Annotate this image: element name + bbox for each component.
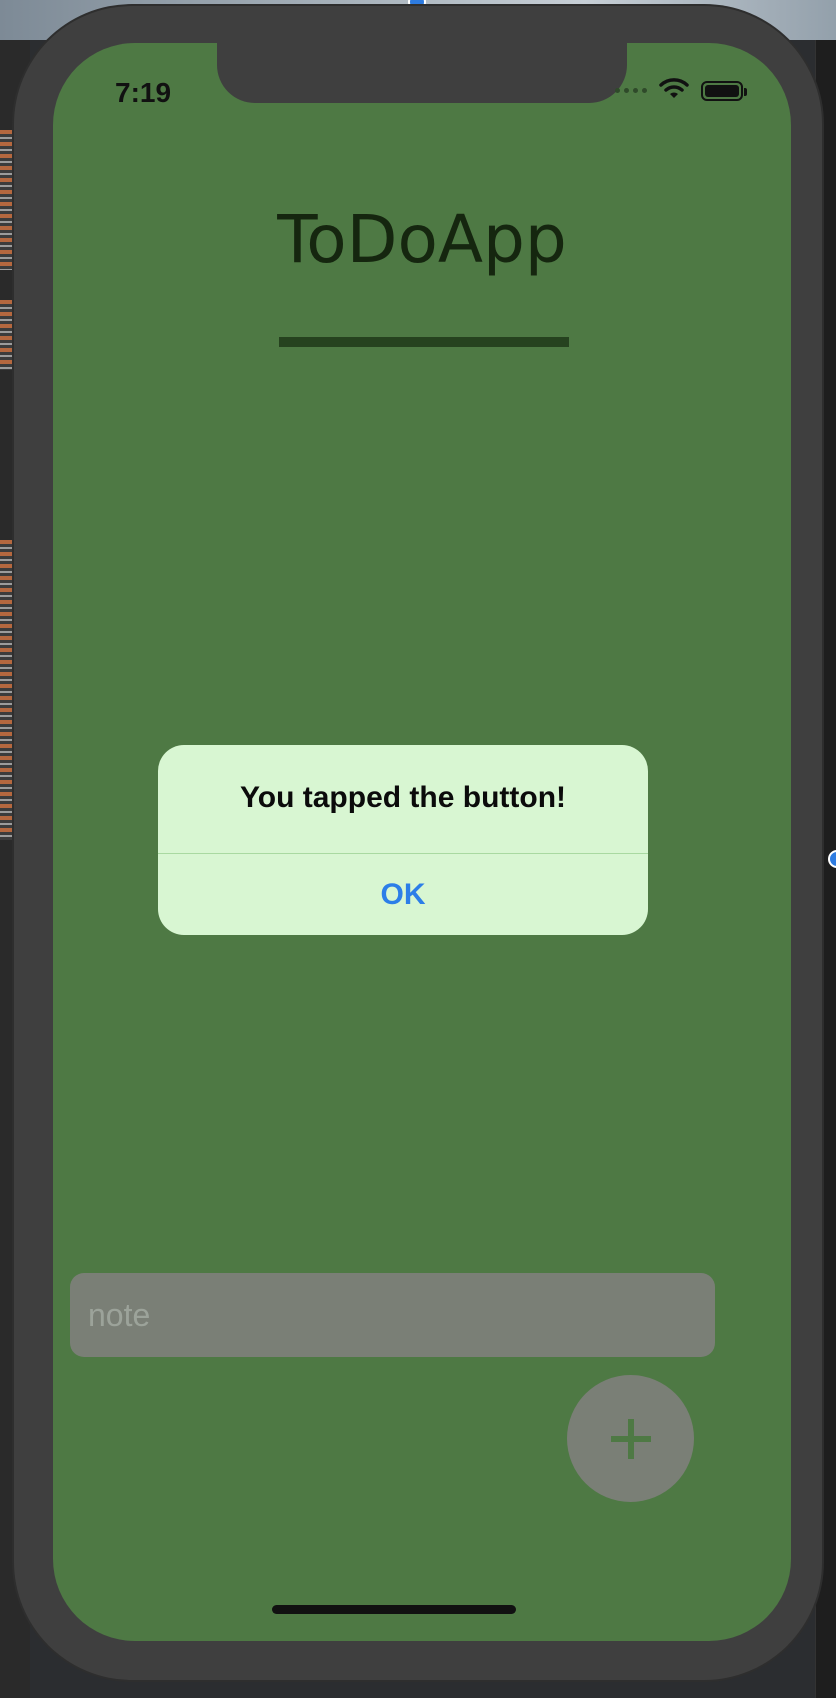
battery-icon <box>701 80 747 101</box>
alert-message: You tapped the button! <box>239 781 567 814</box>
wifi-icon <box>659 77 689 104</box>
notch <box>217 43 627 103</box>
home-indicator[interactable] <box>272 1605 516 1614</box>
note-input[interactable]: note <box>70 1273 715 1357</box>
alert-dialog: You tapped the button! OK <box>158 745 648 935</box>
alert-ok-button[interactable]: OK <box>158 854 648 935</box>
phone-screen: 7:19 ToDoApp You tapped the button! OK n… <box>53 43 791 1641</box>
plus-icon <box>610 1418 651 1459</box>
add-note-button[interactable] <box>567 1375 694 1502</box>
phone-frame: 7:19 ToDoApp You tapped the button! OK n… <box>14 6 822 1680</box>
status-time: 7:19 <box>115 77 172 108</box>
title-underline <box>279 337 569 347</box>
app-title: ToDoApp <box>277 201 567 278</box>
status-icons <box>615 77 747 104</box>
cellular-dots-icon <box>615 88 647 93</box>
